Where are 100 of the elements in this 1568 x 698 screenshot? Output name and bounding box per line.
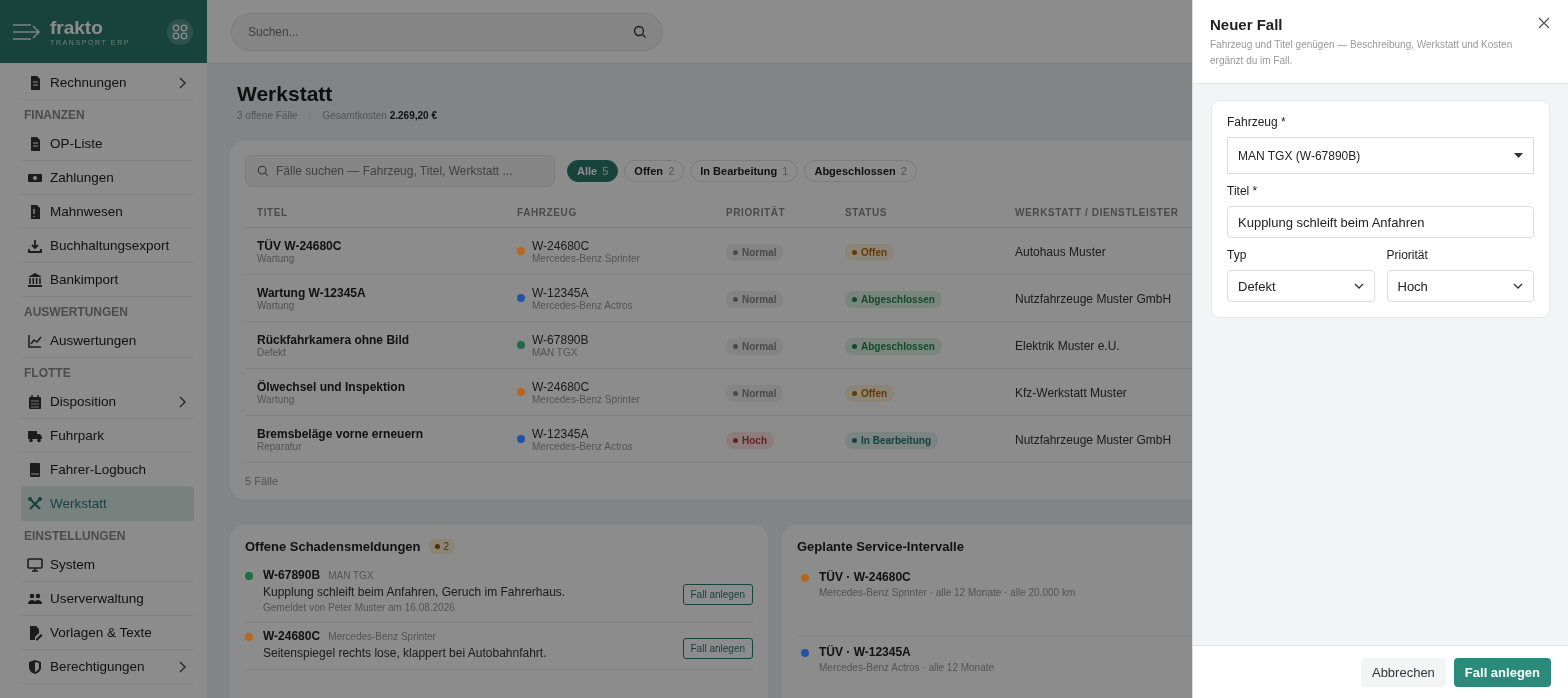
chevron-right-icon: [178, 660, 186, 673]
vehicle-model: MAN TGX: [328, 570, 374, 581]
workshop-name: Nutzfahrzeuge Muster GmbH: [1015, 433, 1172, 447]
nav-item[interactable]: Mahnwesen: [21, 195, 194, 229]
case-title[interactable]: Bremsbeläge vorne erneuern: [257, 426, 424, 441]
drawer-title: Neuer Fall: [1210, 16, 1284, 33]
report-text: Kupplung schleift beim Anfahren, Geruch im Fahrerhaus.: [263, 585, 567, 599]
nav-item[interactable]: Auswertungen: [21, 324, 194, 358]
filter-chip[interactable]: Alle 5: [567, 160, 619, 182]
case-title[interactable]: Rückfahrkamera ohne Bild: [257, 332, 410, 347]
menu-icon[interactable]: [12, 21, 42, 42]
priority-badge: Normal: [726, 385, 784, 402]
nav-item[interactable]: Berechtigungen: [21, 650, 194, 684]
calendar-icon: [27, 393, 43, 410]
vehicle-plate: W-12345A: [532, 426, 589, 441]
field-label: Titel *: [1227, 184, 1259, 198]
chart-icon: [27, 332, 43, 349]
nav-item[interactable]: System: [21, 548, 194, 582]
submit-button[interactable]: Fall anlegen: [1453, 657, 1551, 687]
workshop-name: Autohaus Muster: [1015, 245, 1106, 259]
nav-item[interactable]: Zahlungen: [21, 161, 194, 195]
cancel-button[interactable]: Abbrechen: [1360, 657, 1446, 687]
case-type: Wartung: [257, 252, 295, 264]
edit-icon: [27, 624, 43, 641]
nav-item[interactable]: Buchhaltungsexport: [21, 229, 194, 263]
case-title[interactable]: Ölwechsel und Inspektion: [257, 379, 406, 394]
nav-section-label: EINSTELLUNGEN: [23, 528, 127, 545]
status-badge: Offen: [845, 244, 895, 261]
close-button[interactable]: [1537, 16, 1551, 30]
count-badge: 2: [428, 539, 456, 554]
shield-icon: [27, 658, 43, 675]
vehicle-plate: W-67890B: [532, 332, 589, 347]
priority-badge: Normal: [726, 338, 784, 355]
column-header: STATUS: [845, 206, 889, 218]
nav-item[interactable]: Bankimport: [21, 263, 194, 297]
tools-icon: [27, 495, 43, 512]
column-header: FAHRZEUG: [517, 206, 578, 218]
status-badge: Abgeschlossen: [845, 338, 942, 355]
download-icon: [27, 237, 43, 254]
text-field[interactable]: Kupplung schleift beim Anfahren: [1227, 206, 1534, 238]
workshop-name: Kfz-Werkstatt Muster: [1015, 386, 1127, 400]
chevron-down-icon: [1513, 283, 1523, 289]
create-case-button[interactable]: Fall anlegen: [682, 584, 753, 605]
status-badge: Offen: [845, 385, 895, 402]
vehicle-plate: W-67890B: [263, 568, 321, 582]
nav-section-label: FLOTTE: [23, 365, 72, 382]
select-field[interactable]: Defekt: [1227, 270, 1375, 302]
drawer-subtitle: Fahrzeug und Titel genügen — Beschreibung, Werkstatt und Kosten ergänzt du im Fall.: [1210, 38, 1514, 68]
caret-icon: [1514, 153, 1523, 158]
search-field[interactable]: Suchen...: [231, 12, 663, 51]
nav-item[interactable]: Userverwaltung: [21, 582, 194, 616]
field-label: Fahrzeug *: [1227, 115, 1287, 129]
chevron-right-icon: [178, 395, 186, 408]
case-search-field[interactable]: Fälle suchen — Fahrzeug, Titel, Werkstatt ...: [245, 155, 555, 187]
section-title: Offene Schadensmeldungen: [245, 539, 421, 554]
search-icon: [633, 24, 647, 39]
chevron-right-icon: [178, 76, 186, 89]
monitor-icon: [27, 556, 43, 573]
priority-badge: Normal: [726, 244, 784, 261]
nav-item[interactable]: Rechnungen: [21, 66, 194, 100]
nav-section-label: FINANZEN: [23, 107, 86, 124]
nav-section-label: AUSWERTUNGEN: [23, 304, 129, 321]
field-label: Priorität: [1386, 248, 1429, 262]
nav-item[interactable]: Vorlagen & Texte: [21, 616, 194, 650]
column-header: PRIORITÄT: [726, 206, 787, 218]
vehicle-select[interactable]: MAN TGX (W-67890B): [1227, 137, 1534, 174]
vehicle-model: MAN TGX: [532, 346, 578, 358]
column-header: WERKSTATT / DIENSTLEISTER: [1015, 206, 1180, 218]
vehicle-plate: W-24680C: [532, 379, 590, 394]
chevron-down-icon: [1353, 283, 1364, 289]
field-label: Typ: [1227, 248, 1248, 262]
status-badge: Abgeschlossen: [845, 291, 942, 308]
close-icon: [1538, 17, 1550, 29]
status-badge: In Bearbeitung: [845, 432, 938, 449]
workshop-name: Elektrik Muster e.U.: [1015, 339, 1120, 353]
column-header: TITEL: [257, 206, 289, 218]
vehicle-model: Mercedes-Benz Actros: [532, 299, 633, 311]
bank-icon: [27, 271, 43, 288]
priority-badge: Hoch: [726, 432, 774, 449]
case-title[interactable]: Wartung W-12345A: [257, 285, 366, 300]
section-title: Geplante Service-Intervalle: [797, 539, 964, 554]
filter-chip[interactable]: In Bearbeitung 1: [690, 160, 799, 182]
vehicle-model: Mercedes-Benz Actros: [532, 440, 633, 452]
case-type: Reparatur: [257, 440, 302, 452]
nav-item[interactable]: Fuhrpark: [21, 419, 194, 453]
book-icon: [27, 461, 43, 478]
case-type: Wartung: [257, 299, 295, 311]
nav-item[interactable]: Disposition: [21, 385, 194, 419]
logo-wordmark: frakto: [50, 17, 104, 37]
create-case-button[interactable]: Fall anlegen: [682, 638, 753, 659]
nav-item[interactable]: OP-Liste: [21, 127, 194, 161]
case-title[interactable]: TÜV W-24680C: [257, 238, 342, 253]
select-field[interactable]: Hoch: [1386, 270, 1534, 302]
case-type: Wartung: [257, 393, 295, 405]
service-title: TÜV · W-12345A: [819, 645, 912, 659]
apps-icon: [172, 23, 188, 40]
page-title: Werkstatt: [237, 82, 334, 106]
report-text: Seitenspiegel rechts lose, klappert bei Autobahnfahrt.: [263, 646, 548, 660]
vehicle-plate: W-24680C: [263, 629, 321, 643]
vehicle-plate: W-12345A: [532, 285, 589, 300]
